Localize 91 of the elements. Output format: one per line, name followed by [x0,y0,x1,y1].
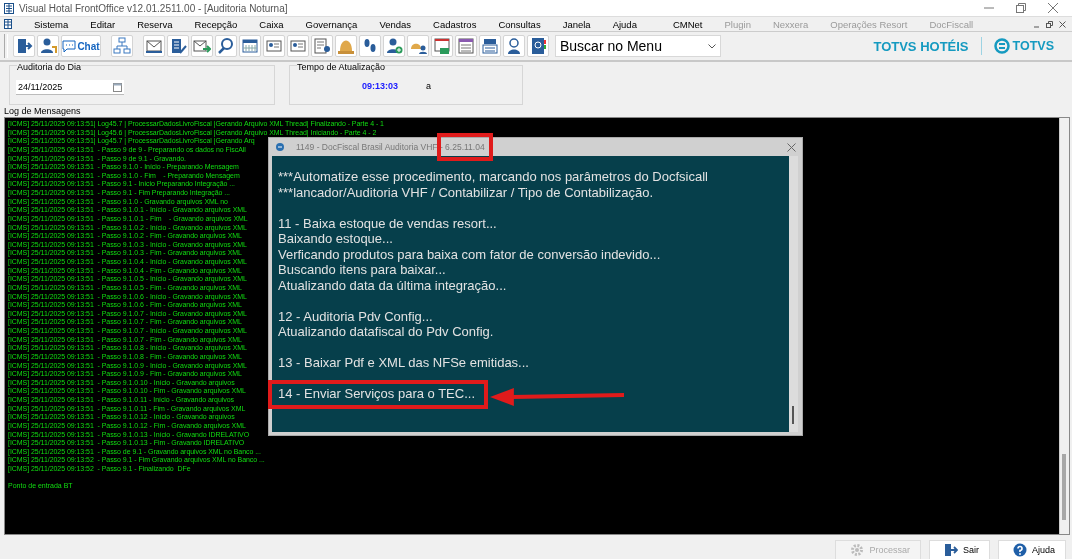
footer-button[interactable]: Sair [928,540,990,559]
console-line: 14 - Enviar Serviços para o TEC... [278,386,475,402]
calendar-icon [241,37,259,55]
console-line: Atualizando datafiscal do Pdv Config. [278,324,494,340]
menu-item[interactable]: CMNet [661,18,714,30]
console-line: Baixando estoque... [278,231,393,247]
console-line: Buscando itens para baixar... [278,262,446,278]
toolbar-button[interactable] [287,35,309,57]
toolbar-button[interactable] [455,35,477,57]
menu-item[interactable]: Reserva [126,18,184,30]
panel-label: Tempo de Atualização [297,62,386,72]
scrollbar[interactable] [1059,118,1069,534]
exit-icon [15,37,33,55]
console-line: ***Automatize esse procedimento, marcando nos parâmetros do Docfsicall [278,169,708,185]
gear-icon [850,543,865,557]
toolbar-button[interactable] [311,35,333,57]
menu-item[interactable]: Recepção [183,18,249,30]
user-key-icon [39,37,57,55]
address-book-icon [529,37,547,55]
close-icon[interactable] [1059,20,1066,28]
brand-name: TOTVS HOTÉIS [873,38,969,54]
console-line: 12 - Auditoria Pdv Config... [278,308,433,324]
footer-button[interactable]: Ajuda [997,540,1066,559]
toolbar-button[interactable] [37,35,59,57]
section-label: Log de Mensagens [4,106,82,117]
toolbar-button[interactable] [215,35,237,57]
toolbar-button[interactable] [431,35,453,57]
list-person-icon [313,37,331,55]
caret-icon[interactable] [708,43,716,49]
toolbar-button[interactable] [479,35,501,57]
exit-icon [943,543,958,557]
menu-item[interactable]: Sistema [23,18,80,30]
menu-item[interactable]: Editar [79,18,127,30]
menu-item[interactable]: Vendas [368,18,423,30]
toolbar-button[interactable] [503,35,525,57]
window-title: Visual Hotal FrontOffice v12.01.2511.00 - [Auditoria Noturna] [19,2,289,14]
user-plus-icon [385,37,403,55]
flowchart-icon [113,37,131,55]
list-icon [457,37,475,55]
toolbar-button[interactable] [239,35,261,57]
toolbar-button[interactable] [13,35,35,57]
menu-item[interactable]: Ajuda [601,18,648,30]
search-combo[interactable]: Buscar no Menu [555,35,721,57]
restore-icon[interactable] [1046,20,1053,28]
close-icon[interactable] [787,142,796,152]
toolbar-button[interactable] [407,35,429,57]
refresh-time: 09:13:03 [362,81,399,91]
time-suffix: a [426,81,432,91]
toolbar-button[interactable] [527,35,549,57]
console-line: Verficando produtos para baixa com fator de conversão indevido... [278,246,661,262]
person-icon [505,37,523,55]
building-icon [169,37,187,55]
highlight-frame [437,133,493,161]
scrollbar[interactable] [789,156,798,432]
menu-item[interactable]: Governança [294,18,369,30]
toolbar-button[interactable] [383,35,405,57]
toolbar-button[interactable] [335,35,357,57]
logo-text: TOTVS [1012,39,1054,53]
app-icon [4,19,12,29]
menu-item[interactable]: Cadastros [422,18,488,30]
help-icon [1012,543,1027,557]
id-card-icon [265,37,283,55]
console-line: Atualizando data da última integração... [278,277,507,293]
speech-bubble-icon [62,40,77,52]
toolbar-button[interactable] [143,35,165,57]
toolbar-button[interactable] [359,35,381,57]
panel-label: Auditoria do Dia [17,62,82,72]
dialog-title: 1149 - DocFiscal Brasil Auditoria VHF - 6.25.11.04 [295,142,486,152]
envelope-icon [145,37,163,55]
toolbar-button[interactable] [111,35,133,57]
app-icon [275,142,285,152]
console-line: 11 - Baixa estoque de vendas resort... [278,215,497,231]
date-field[interactable]: 24/11/2025 [16,80,124,95]
menu-item[interactable]: Janela [551,18,602,30]
menu-item[interactable]: Caixa [248,18,295,30]
envelope-arrow-icon [193,37,211,55]
calendar-icon[interactable] [113,82,122,92]
logo-icon [993,38,1010,54]
toolbar-button[interactable] [263,35,285,57]
console-line: ***lancador/Auditoria VHF / Contabilizar / Tipo de Contabilização. [278,184,654,200]
restore-icon[interactable] [1016,3,1026,13]
cash-register-icon [481,37,499,55]
id-card-icon [289,37,307,55]
toolbar-button[interactable] [191,35,213,57]
toolbar-button[interactable] [167,35,189,57]
chat-button[interactable]: Chat [61,35,101,57]
money-window-icon [433,37,451,55]
console-line: 13 - Baixar Pdf e XML das NFSe emitidas... [278,355,529,371]
close-icon[interactable] [1048,3,1058,13]
menu-item[interactable]: Consultas [487,18,552,30]
search-icon [217,37,235,55]
